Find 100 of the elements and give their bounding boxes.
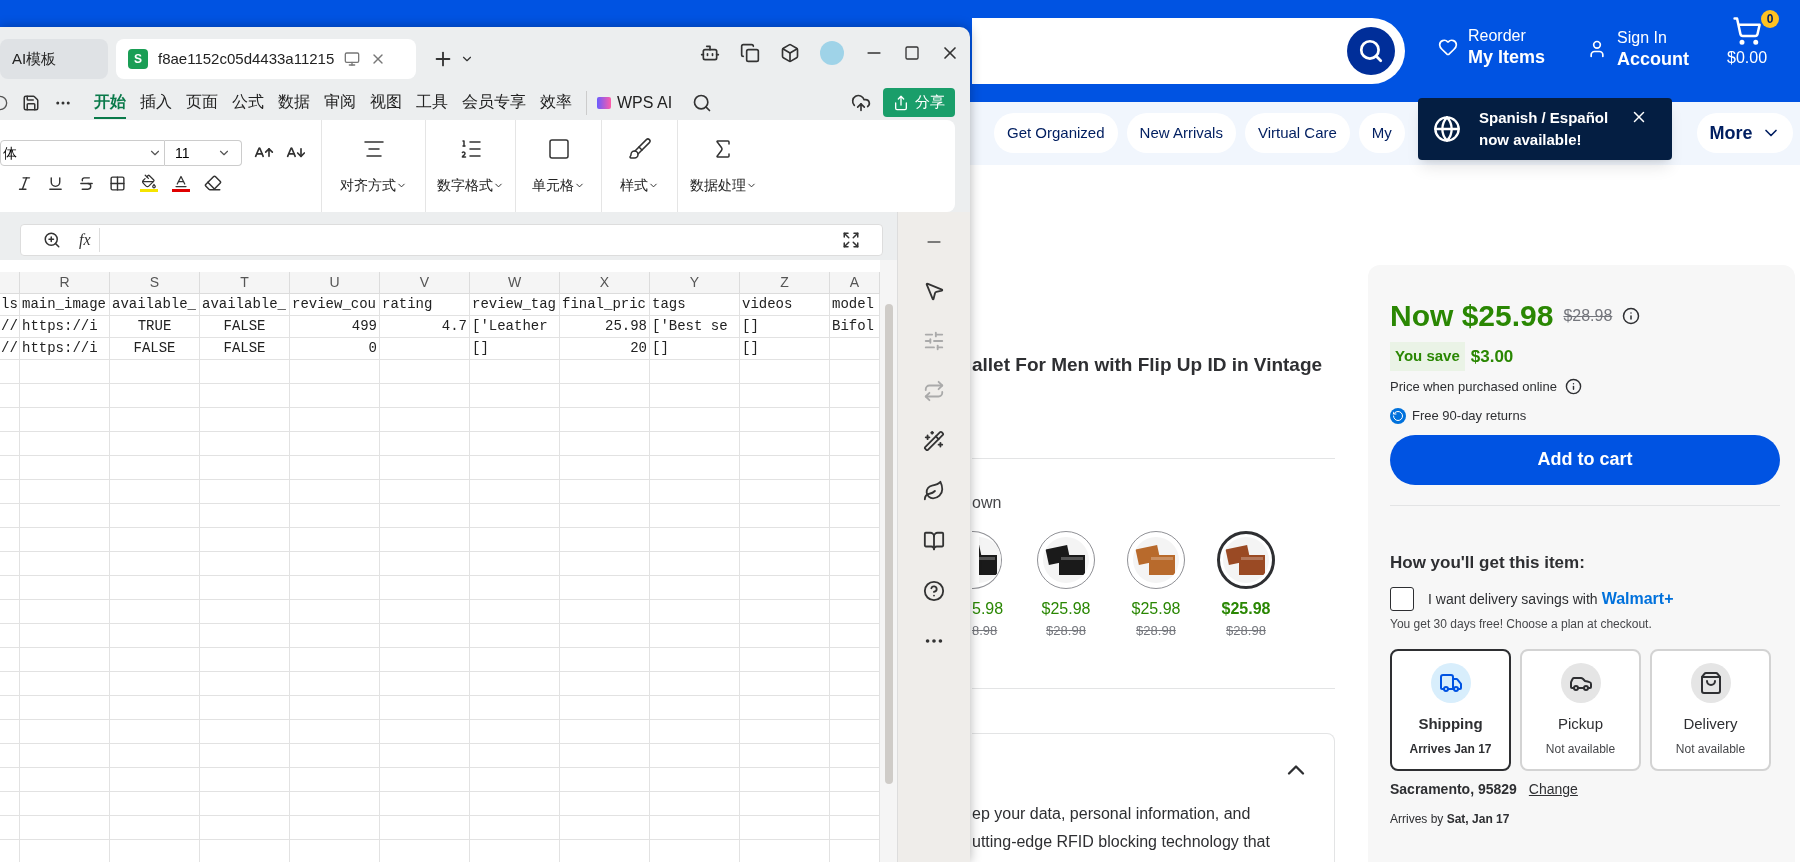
ribbon-tab[interactable]: 工具 [416, 86, 448, 119]
category-pill[interactable]: New Arrivals [1126, 113, 1236, 153]
expand-icon [842, 231, 860, 249]
ribbon-group-button[interactable]: 对齐方式 [340, 174, 407, 196]
returns-text: Free 90-day returns [1412, 407, 1527, 425]
ribbon-tab[interactable]: 效率 [540, 86, 572, 119]
option-name: Delivery [1683, 714, 1738, 734]
category-pill[interactable]: Get Organized [994, 113, 1118, 153]
delivery-heading: How you'll get this item: [1390, 551, 1586, 574]
document-tab[interactable]: S f8ae1152c05d4433a11215 [116, 39, 416, 79]
borders-icon[interactable] [109, 174, 126, 192]
cart-icon [1732, 16, 1762, 46]
change-link[interactable]: Change [1528, 779, 1578, 800]
swatch-was-price: 8.98 [972, 621, 998, 640]
swatch-price: $25.98 [1221, 598, 1271, 619]
category-pill[interactable]: My [1358, 113, 1405, 153]
column-header[interactable]: W [507, 272, 522, 293]
ribbon-tab[interactable]: 数据 [278, 86, 310, 119]
table-cell-text: 25.98 [605, 317, 647, 336]
search-icon[interactable] [692, 92, 713, 113]
wand-icon[interactable] [923, 430, 945, 452]
column-header[interactable]: R [59, 272, 70, 293]
leaf-icon[interactable] [923, 480, 945, 502]
ribbon-tab[interactable]: 视图 [370, 86, 402, 119]
add-to-cart-button[interactable]: Add to cart [1390, 434, 1780, 485]
font-size-field[interactable]: 11 [165, 140, 242, 166]
font-color-icon[interactable] [172, 174, 190, 192]
column-header[interactable]: Y [689, 272, 700, 293]
table-cell-text: available_ [202, 295, 286, 314]
cart-button[interactable]: $0.00 0 [1727, 10, 1780, 70]
was-price: $28.98 [1563, 305, 1613, 326]
table-cell-text: FALSE [223, 317, 266, 336]
font-name-field[interactable]: 体 [0, 140, 165, 166]
italic-icon[interactable] [16, 174, 33, 192]
account-link[interactable]: Sign In Account [1587, 28, 1689, 71]
tab-title: f8ae1152c05d4433a11215 [158, 48, 335, 69]
table-cell-text: review_cou [292, 295, 376, 314]
help-icon[interactable] [923, 580, 945, 602]
swatch-option[interactable] [1217, 530, 1275, 589]
ribbon-group-button[interactable]: 数字格式 [437, 174, 504, 196]
column-header[interactable]: T [240, 272, 249, 293]
info-icon[interactable] [1564, 377, 1582, 395]
eraser-icon[interactable] [204, 174, 222, 192]
cube-icon[interactable] [780, 43, 800, 63]
more-button[interactable]: More [1697, 113, 1793, 153]
ribbon-group-button[interactable]: 数据处理 [689, 174, 757, 196]
table-cell-text: final_pric [562, 295, 646, 314]
user-icon [1587, 39, 1607, 60]
fulfillment-option[interactable]: Delivery Not available [1650, 649, 1771, 771]
robot-icon[interactable] [700, 43, 720, 63]
strikethrough-icon[interactable] [78, 174, 95, 192]
column-header[interactable]: X [599, 272, 610, 293]
ai-logo-icon [597, 96, 611, 109]
cloud-upload-icon[interactable] [851, 92, 871, 113]
ribbon-tab[interactable]: 开始 [94, 86, 126, 119]
reorder-link[interactable]: Reorder My Items [1438, 26, 1546, 69]
ribbon-tab[interactable]: 公式 [232, 86, 264, 119]
maximize-icon[interactable] [904, 45, 920, 61]
heart-icon [1438, 37, 1458, 58]
column-header[interactable]: U [329, 272, 340, 293]
column-header[interactable]: V [419, 272, 430, 293]
search-field[interactable] [972, 18, 1405, 84]
save-icon[interactable] [22, 93, 40, 112]
table-cell-text: [] [472, 339, 489, 358]
spreadsheet-icon: S [128, 49, 148, 69]
style-icon [627, 136, 652, 161]
ribbon-tab[interactable]: 插入 [140, 86, 172, 119]
search-button[interactable] [1347, 27, 1395, 75]
column-header[interactable]: A [849, 272, 860, 293]
category-pill[interactable]: Virtual Care [1244, 113, 1350, 153]
tooltip-text: now available! [1479, 130, 1583, 150]
copy-icon[interactable] [740, 43, 760, 63]
ribbon-tab[interactable]: 页面 [186, 86, 218, 119]
table-cell-text: https://i [22, 317, 98, 336]
savings-checkbox[interactable] [1390, 587, 1414, 611]
fulfillment-option[interactable]: Shipping Arrives Jan 17 [1390, 649, 1511, 771]
document-tab[interactable]: AI模板 [0, 39, 108, 79]
column-header[interactable]: Z [780, 272, 789, 293]
description-text: utting-edge RFID blocking technology that [972, 832, 1271, 852]
table-cell-text: 499 [351, 317, 377, 336]
sliders-icon[interactable] [923, 330, 945, 352]
reorder-label: Reorder [1468, 26, 1527, 46]
underline-icon[interactable] [47, 174, 64, 192]
fulfillment-option[interactable]: Pickup Not available [1520, 649, 1641, 771]
ribbon-group-button[interactable]: 单元格 [532, 174, 585, 196]
ribbon-tab[interactable]: 审阅 [324, 86, 356, 119]
savings-note: You get 30 days free! Choose a plan at checkout. [1390, 616, 1653, 633]
ribbon-group-button[interactable]: 样式 [620, 174, 659, 196]
ai-button[interactable]: WPS AI [586, 90, 673, 115]
table-cell-text: rating [382, 295, 433, 314]
book-icon[interactable] [923, 530, 945, 552]
ribbon-tab[interactable]: 会员专享 [462, 86, 526, 119]
info-icon[interactable] [1622, 306, 1641, 325]
fill-color-icon[interactable] [140, 174, 158, 192]
column-header[interactable]: S [149, 272, 160, 293]
formula-bar[interactable]: fx [20, 224, 883, 256]
option-name: Shipping [1418, 714, 1483, 734]
pointer-icon[interactable] [923, 280, 945, 302]
you-save-badge: You save [1390, 342, 1465, 371]
sign-in-label: Sign In [1617, 28, 1668, 48]
